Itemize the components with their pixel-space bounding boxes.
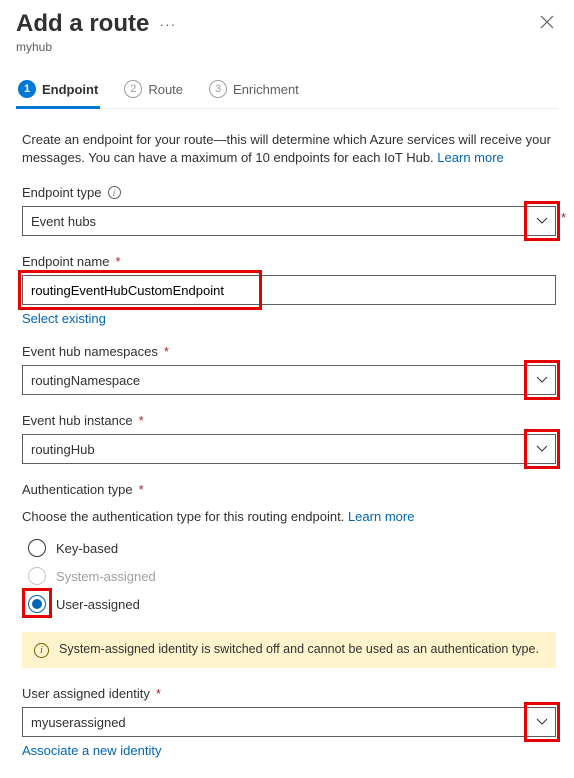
info-icon[interactable]: i [108, 186, 121, 199]
identity-label: User assigned identity [22, 686, 150, 701]
more-icon[interactable]: ··· [159, 16, 176, 32]
radio-label: User-assigned [56, 597, 140, 612]
namespaces-select[interactable]: routingNamespace [22, 365, 556, 395]
select-value: myuserassigned [31, 715, 126, 730]
select-existing-link[interactable]: Select existing [22, 311, 106, 326]
endpoint-name-input[interactable] [22, 275, 556, 305]
required-indicator: * [139, 482, 144, 497]
endpoint-name-label: Endpoint name [22, 254, 109, 269]
required-indicator: * [561, 210, 566, 225]
radio-label: Key-based [56, 541, 118, 556]
required-indicator: * [115, 254, 120, 269]
associate-identity-link[interactable]: Associate a new identity [22, 743, 161, 758]
tab-enrichment[interactable]: 3 Enrichment [207, 74, 301, 108]
radio-icon [28, 595, 46, 613]
required-indicator: * [156, 686, 161, 701]
radio-icon [28, 567, 46, 585]
page-title: Add a route [16, 10, 149, 38]
intro-text: Create an endpoint for your route—this w… [22, 131, 556, 167]
wizard-tabs: 1 Endpoint 2 Route 3 Enrichment [16, 74, 558, 109]
select-value: Event hubs [31, 214, 96, 229]
endpoint-type-select[interactable]: Event hubs [22, 206, 556, 236]
tab-route[interactable]: 2 Route [122, 74, 185, 108]
tab-num: 2 [124, 80, 142, 98]
close-icon[interactable] [536, 11, 558, 38]
radio-system-assigned: System-assigned [22, 562, 556, 590]
subtitle: myhub [16, 40, 558, 54]
tab-label: Enrichment [233, 82, 299, 97]
tab-endpoint[interactable]: 1 Endpoint [16, 74, 100, 108]
tab-num: 1 [18, 80, 36, 98]
namespaces-label: Event hub namespaces [22, 344, 158, 359]
endpoint-type-label: Endpoint type [22, 185, 102, 200]
auth-desc: Choose the authentication type for this … [22, 509, 556, 524]
instance-select[interactable]: routingHub [22, 434, 556, 464]
radio-icon [28, 539, 46, 557]
required-indicator: * [164, 344, 169, 359]
learn-more-link[interactable]: Learn more [437, 150, 503, 165]
info-banner: i System-assigned identity is switched o… [22, 632, 556, 668]
radio-key-based[interactable]: Key-based [22, 534, 556, 562]
required-indicator: * [139, 413, 144, 428]
tab-label: Endpoint [42, 82, 98, 97]
select-value: routingHub [31, 442, 95, 457]
banner-text: System-assigned identity is switched off… [59, 642, 539, 656]
instance-label: Event hub instance [22, 413, 133, 428]
info-icon: i [34, 643, 49, 658]
auth-type-label: Authentication type [22, 482, 133, 497]
auth-learn-more-link[interactable]: Learn more [348, 509, 414, 524]
radio-user-assigned[interactable]: User-assigned [22, 590, 556, 618]
tab-label: Route [148, 82, 183, 97]
radio-label: System-assigned [56, 569, 156, 584]
select-value: routingNamespace [31, 373, 140, 388]
tab-num: 3 [209, 80, 227, 98]
